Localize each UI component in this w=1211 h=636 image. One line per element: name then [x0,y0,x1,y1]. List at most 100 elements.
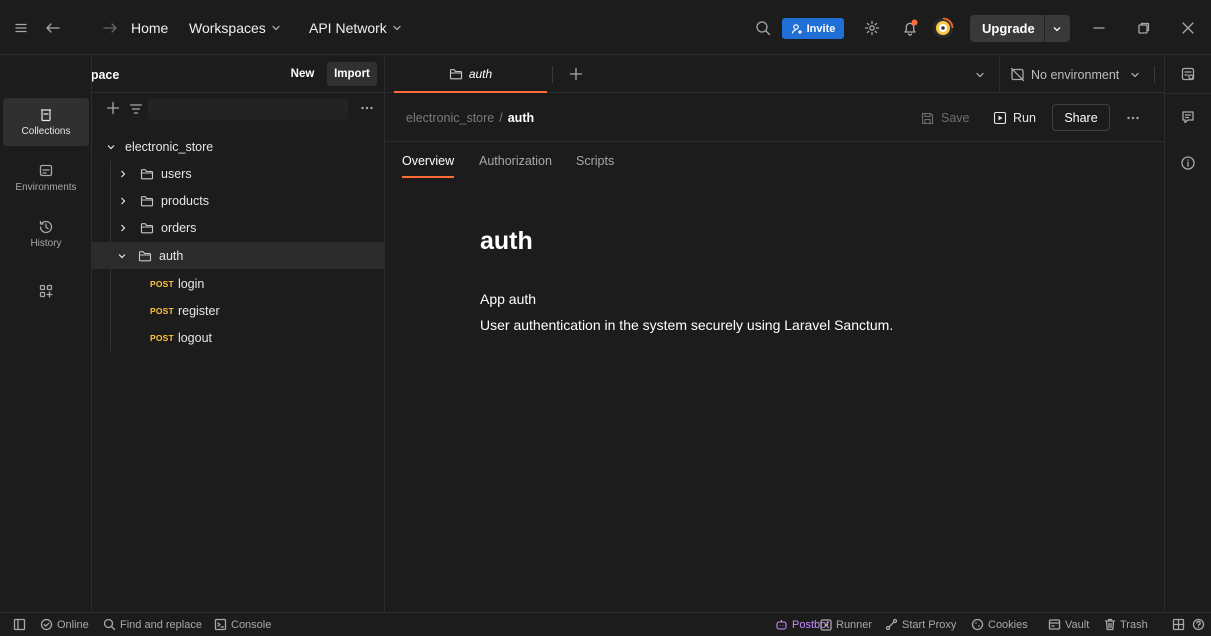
request-logout[interactable]: POST logout [92,324,384,351]
new-tab-plus-icon[interactable] [569,67,583,81]
play-icon [820,618,832,631]
search-collections-input[interactable] [148,98,348,120]
check-circle-icon [40,618,53,631]
add-icon[interactable] [106,101,120,115]
runner-button[interactable]: Runner [820,613,872,636]
layout-grid-icon[interactable] [1172,613,1185,636]
collections-icon [41,109,51,122]
online-label: Online [57,618,89,631]
tab-label: auth [468,66,493,81]
tab-bar: auth No environment [386,56,1164,93]
folder-label: auth [159,248,184,263]
api-network-label: API Network [309,19,387,36]
import-button[interactable]: Import [327,62,377,86]
environment-select[interactable]: No environment [1010,56,1141,93]
add-user-icon [791,23,802,34]
request-login[interactable]: POST login [92,270,384,297]
chevron-down-icon [272,25,280,30]
rail-item-environments[interactable]: Environments [3,154,89,202]
settings-gear-icon[interactable] [864,0,880,55]
online-status[interactable]: Online [40,613,89,636]
rail-label-history: History [30,238,62,249]
tab-authorization[interactable]: Authorization [479,154,552,168]
divider [999,56,1000,93]
method-badge: POST [150,305,174,316]
grid-plus-icon [39,284,53,298]
workspaces-menu[interactable]: Workspaces [189,0,282,55]
find-and-replace[interactable]: Find and replace [103,613,202,636]
breadcrumb-parent[interactable]: electronic_store [406,111,494,125]
tabs-overflow-chevron-icon[interactable] [974,69,986,81]
cookies-label: Cookies [988,618,1028,631]
folder-icon [449,68,462,79]
chevron-right-icon [121,170,126,177]
tab-scripts[interactable]: Scripts [576,154,614,168]
proxy-icon [885,618,898,631]
upgrade-label: Upgrade [982,21,1035,36]
environment-quick-look-icon[interactable] [1180,66,1196,82]
page-title[interactable]: auth [480,227,533,256]
collection-electronic-store[interactable]: electronic_store [92,133,384,160]
workspaces-label: Workspaces [189,19,266,36]
more-options-icon[interactable] [360,105,374,111]
trash-button[interactable]: Trash [1104,613,1148,636]
folder-label: orders [161,220,197,235]
upgrade-button[interactable]: Upgrade [970,15,1070,42]
forward-arrow-icon[interactable] [102,0,118,55]
rail-item-history[interactable]: History [3,210,89,258]
minimize-icon[interactable] [1092,0,1106,55]
overview-subtitle[interactable]: App auth [480,291,536,307]
cookie-icon [971,618,984,631]
more-options-icon[interactable] [1126,115,1140,121]
help-icon[interactable] [1192,613,1205,636]
history-icon [39,220,53,234]
chevron-down-icon [393,25,401,30]
rail-item-collections[interactable]: Collections [3,98,89,146]
save-button[interactable]: Save [920,106,970,130]
divider [552,66,553,83]
folder-orders[interactable]: orders [92,214,384,241]
comments-icon[interactable] [1180,109,1196,125]
chevron-right-icon [121,224,126,231]
chevron-down-icon[interactable] [1051,23,1063,35]
new-button[interactable]: New [283,62,322,86]
menu-icon[interactable] [14,0,28,55]
start-proxy-button[interactable]: Start Proxy [885,613,956,636]
breadcrumb: electronic_store / auth [406,111,534,125]
share-button[interactable]: Share [1052,104,1110,131]
notifications-bell-icon[interactable] [900,0,920,55]
invite-label: Invite [806,22,836,35]
save-icon [921,112,934,124]
folder-label: products [161,193,209,208]
folder-products[interactable]: products [92,187,384,214]
overview-description[interactable]: User authentication in the system secure… [480,317,893,333]
rail-item-add-widget[interactable] [3,267,89,315]
request-register[interactable]: POST register [92,297,384,324]
close-icon[interactable] [1181,0,1195,55]
filter-icon[interactable] [129,103,143,115]
vault-button[interactable]: Vault [1048,613,1089,636]
api-network-menu[interactable]: API Network [309,0,403,55]
cookies-button[interactable]: Cookies [971,613,1028,636]
folder-users[interactable]: users [92,160,384,187]
info-icon[interactable] [1180,155,1196,171]
status-bar: Online Find and replace Console Postbot … [0,612,1211,636]
chevron-down-icon [118,253,126,258]
folder-icon [138,250,152,261]
avatar[interactable] [932,0,954,55]
console-button[interactable]: Console [214,613,271,636]
run-button[interactable]: Run [993,106,1036,130]
search-icon[interactable] [755,0,771,55]
back-arrow-icon[interactable] [45,0,61,55]
home-link[interactable]: Home [131,0,168,55]
divider [386,141,1164,142]
tab-auth[interactable]: auth [394,56,547,93]
breadcrumb-current: auth [507,111,535,125]
restore-window-icon[interactable] [1137,0,1151,55]
left-rail: Collections Environments History [0,56,92,612]
tab-overview[interactable]: Overview [402,154,455,178]
invite-button[interactable]: Invite [782,18,844,39]
toggle-sidebar-icon[interactable] [13,613,26,636]
divider [1044,15,1045,42]
folder-auth[interactable]: auth [92,242,384,269]
